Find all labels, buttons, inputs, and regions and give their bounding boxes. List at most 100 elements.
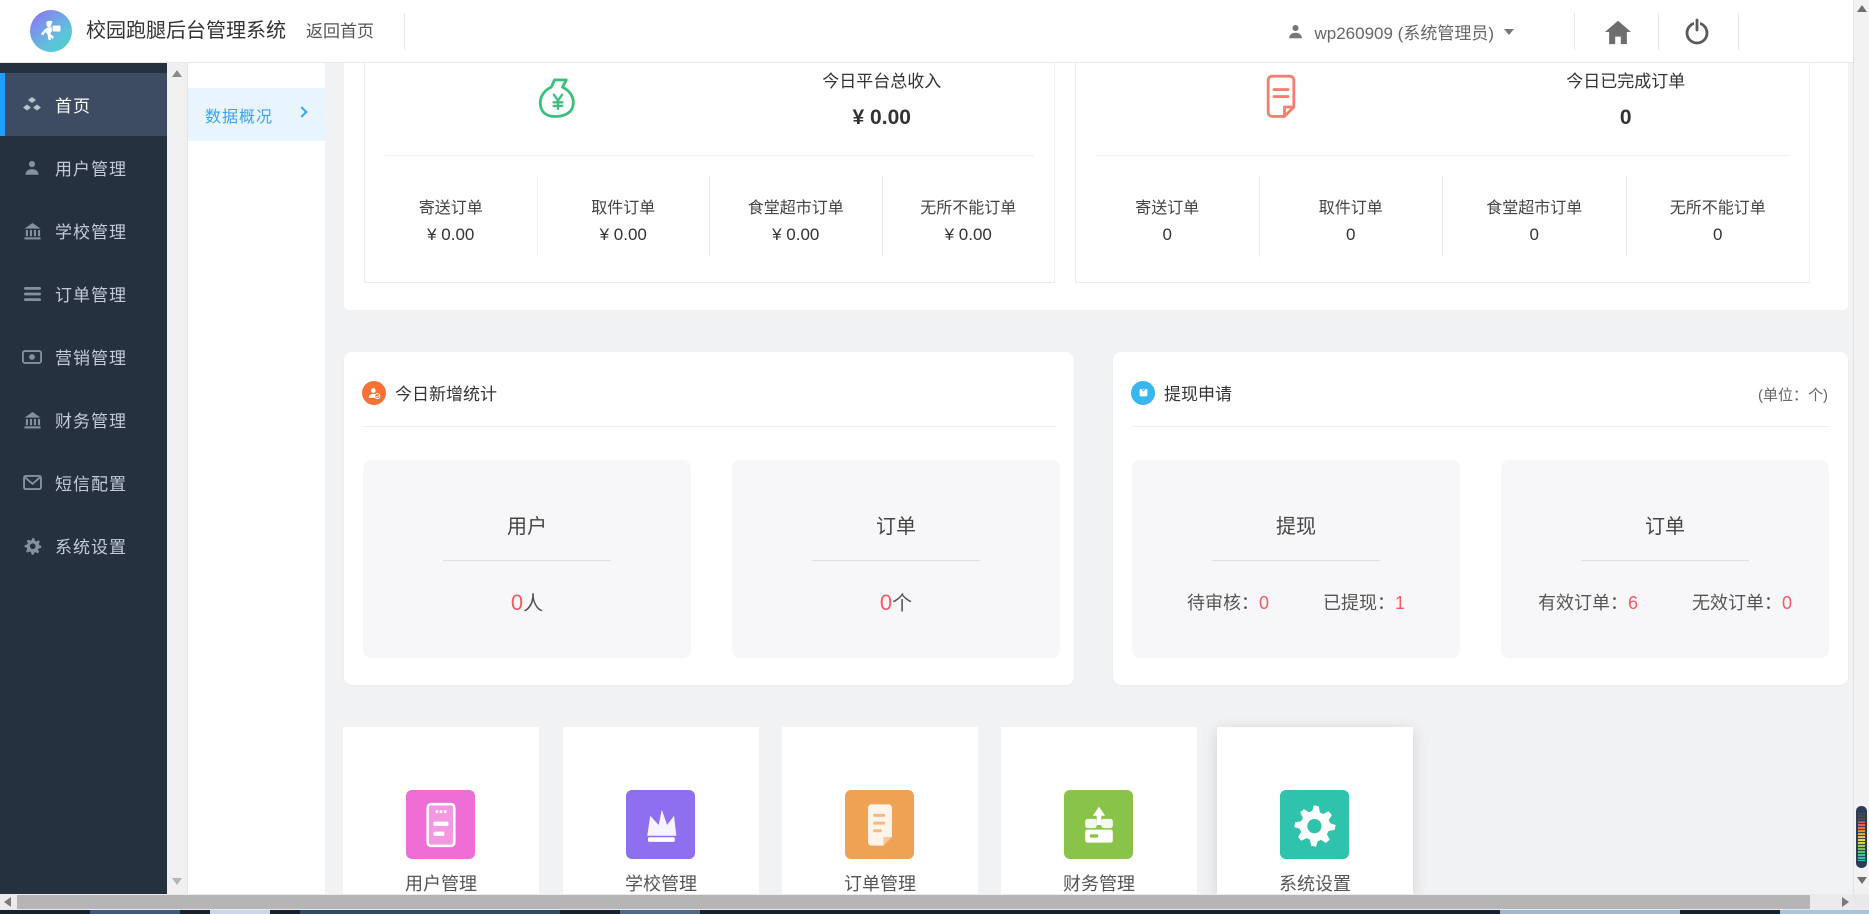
secondary-nav-panel: 数据概况 <box>188 63 325 894</box>
divider <box>812 560 980 561</box>
back-home-link[interactable]: 返回首页 <box>306 0 374 63</box>
list-icon <box>21 283 43 305</box>
stat-col: 寄送订单 0 <box>1076 176 1259 257</box>
wallet-icon <box>1131 380 1155 405</box>
topbar-divider <box>1738 13 1739 50</box>
withdraw-stats: 待审核：0 已提现：1 <box>1132 589 1460 615</box>
stat-label: 食堂超市订单 <box>1486 200 1583 217</box>
taskbar-segment <box>1500 910 1680 914</box>
logout-button[interactable] <box>1667 0 1727 63</box>
stat-col: 食堂超市订单 0 <box>1442 176 1626 257</box>
admin-dashboard: 校园跑腿后台管理系统 返回首页 wp260909 (系统管理员) 首页 用户管理… <box>0 0 1869 914</box>
money-bill-icon <box>21 346 43 368</box>
sidebar-item-settings[interactable]: 系统设置 <box>0 514 167 577</box>
stat-label: 寄送订单 <box>1135 200 1200 217</box>
caret-down-icon <box>1504 28 1514 35</box>
sidebar-item-sms[interactable]: 短信配置 <box>0 451 167 514</box>
scroll-up-icon[interactable] <box>1857 5 1867 12</box>
shortcut-user-management[interactable]: 用户管理 <box>343 727 539 895</box>
shortcut-order-management[interactable]: 订单管理 <box>782 727 978 895</box>
sidebar-item-label: 营销管理 <box>55 349 127 368</box>
app-logo[interactable] <box>30 10 72 52</box>
home-button[interactable] <box>1588 0 1648 63</box>
taskbar-sliver <box>0 910 1869 914</box>
shortcut-finance-management[interactable]: 财务管理 <box>1001 727 1197 895</box>
stat-item: 有效订单：6 <box>1538 589 1638 615</box>
topbar-divider <box>404 13 405 50</box>
card-value: 0 <box>1619 106 1632 129</box>
shortcut-label: 系统设置 <box>1279 874 1351 894</box>
stat-label: 无效订单： <box>1692 593 1782 613</box>
taskbar-segment <box>210 910 270 914</box>
sidebar-item-label: 财务管理 <box>55 412 127 431</box>
stat-value: 0 <box>1346 225 1356 244</box>
order-validity-stats: 有效订单：6 无效订单：0 <box>1501 589 1829 615</box>
form-icon <box>406 790 475 859</box>
stat-value: 0 <box>1162 225 1172 244</box>
divider <box>1096 155 1789 156</box>
stat-value: ¥ 0.00 <box>427 225 475 244</box>
divider <box>1212 560 1380 561</box>
sidebar-item-finance[interactable]: 财务管理 <box>0 388 167 451</box>
tab-label: 数据概况 <box>205 108 274 126</box>
scroll-right-icon[interactable] <box>1842 897 1849 907</box>
sidebar-item-users[interactable]: 用户管理 <box>0 136 167 199</box>
vertical-scroll-thumb[interactable] <box>1856 806 1867 868</box>
box-title: 订单 <box>876 516 916 538</box>
taskbar-segment <box>90 910 180 914</box>
scroll-left-icon[interactable] <box>4 897 11 907</box>
user-menu[interactable]: wp260909 (系统管理员) <box>1287 0 1514 63</box>
stat-value: 0 <box>1529 225 1539 244</box>
app-title: 校园跑腿后台管理系统 <box>86 20 286 42</box>
username: wp260909 (系统管理员) <box>1314 24 1494 43</box>
shortcut-label: 用户管理 <box>405 874 477 894</box>
shortcut-system-settings[interactable]: 系统设置 <box>1217 727 1413 895</box>
mail-icon <box>21 472 43 494</box>
document-icon <box>845 790 914 859</box>
stat-label: 取件订单 <box>591 200 656 217</box>
stat-label: 食堂超市订单 <box>747 200 844 217</box>
shortcut-label: 学校管理 <box>625 874 697 894</box>
document-icon <box>1260 72 1302 125</box>
user-check-icon <box>362 380 386 405</box>
divider <box>1131 426 1830 427</box>
withdraw-requests-card: 提现申请 (单位：个) 提现 待审核：0 已提现：1 订单 有效订单：6 无效订… <box>1113 352 1848 685</box>
delivery-person-icon <box>41 20 61 40</box>
orders-breakdown: 寄送订单 0 取件订单 0 食堂超市订单 0 无所不能订单 0 <box>1076 176 1809 257</box>
sidebar-item-schools[interactable]: 学校管理 <box>0 199 167 262</box>
shortcut-school-management[interactable]: 学校管理 <box>563 727 759 895</box>
stat-label: 无所不能订单 <box>920 200 1017 217</box>
stat-label: 已提现： <box>1323 593 1395 613</box>
taskbar-segment <box>620 910 700 914</box>
shortcut-label: 财务管理 <box>1063 874 1135 894</box>
horizontal-scroll-thumb[interactable] <box>17 895 1810 909</box>
vertical-scrollbar[interactable] <box>1853 0 1869 910</box>
scroll-minimap-dashes <box>1856 806 1867 868</box>
chevron-right-icon <box>296 106 308 118</box>
user-icon <box>1289 25 1303 39</box>
horizontal-scrollbar[interactable] <box>0 894 1853 910</box>
scroll-up-icon[interactable] <box>172 70 182 77</box>
sidebar-item-marketing[interactable]: 营销管理 <box>0 325 167 388</box>
stat-value: 0 <box>1713 225 1723 244</box>
stat-value: ¥ 0.00 <box>944 225 992 244</box>
tab-data-overview[interactable]: 数据概况 <box>188 88 325 141</box>
sidebar-item-home[interactable]: 首页 <box>0 73 167 136</box>
stat-value: 6 <box>1627 593 1638 613</box>
scroll-down-icon[interactable] <box>172 878 182 885</box>
card-title: 今日已完成订单 <box>1566 72 1686 91</box>
sidebar-item-orders[interactable]: 订单管理 <box>0 262 167 325</box>
stat-label: 无所不能订单 <box>1669 200 1766 217</box>
gear-icon <box>1280 790 1349 859</box>
stat-value: 1 <box>1395 593 1406 613</box>
stat-item: 已提现：1 <box>1323 589 1405 615</box>
value-number: 0 <box>510 590 524 615</box>
card-title: 今日平台总收入 <box>822 72 942 91</box>
stat-col: 无所不能订单 ¥ 0.00 <box>881 176 1055 257</box>
sidebar-scrollbar[interactable] <box>167 63 188 894</box>
card-title: 提现申请 <box>1164 385 1232 404</box>
withdraw-box: 提现 待审核：0 已提现：1 <box>1132 460 1460 658</box>
stat-label: 有效订单： <box>1537 593 1628 613</box>
scrollbar-corner <box>1853 894 1869 910</box>
scroll-down-icon[interactable] <box>1857 877 1867 884</box>
